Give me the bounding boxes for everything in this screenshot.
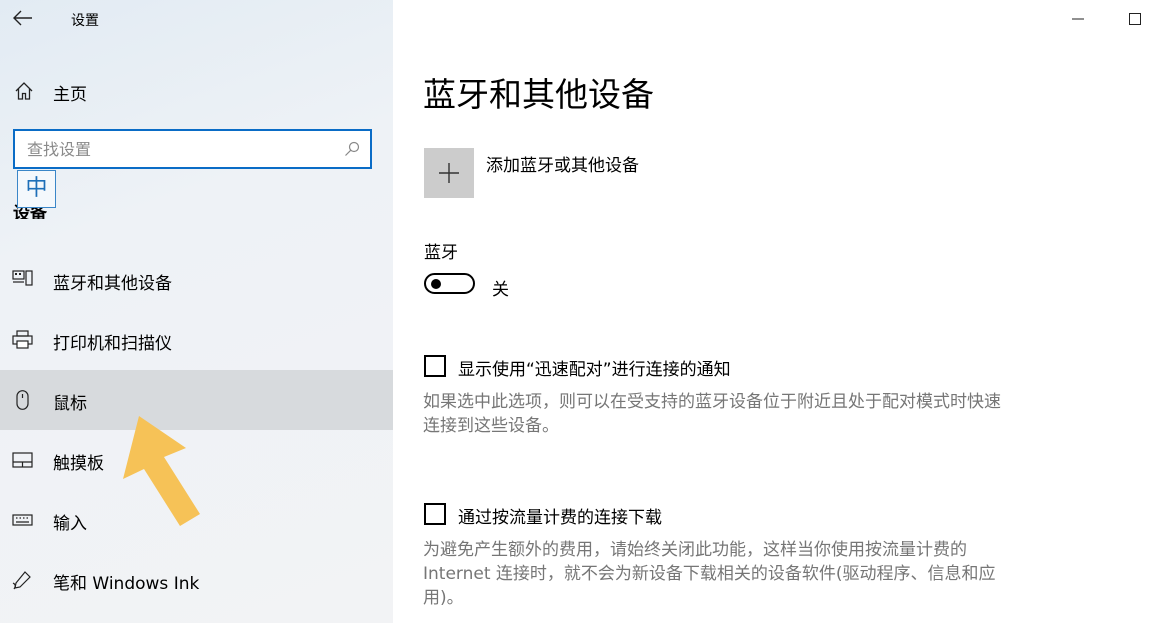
pen-icon xyxy=(12,571,31,590)
minimize-icon xyxy=(1072,18,1084,20)
page-title: 蓝牙和其他设备 xyxy=(423,75,654,114)
bluetooth-devices-icon xyxy=(12,270,33,286)
sidebar-item-label: 鼠标 xyxy=(53,394,87,414)
back-arrow-icon xyxy=(13,10,32,26)
sidebar-item-label: 输入 xyxy=(53,514,87,534)
search-icon[interactable] xyxy=(344,141,360,157)
home-icon xyxy=(15,82,33,100)
printer-icon xyxy=(12,330,33,349)
ime-indicator: 中 xyxy=(17,170,56,208)
back-button[interactable] xyxy=(10,6,36,30)
sidebar-item-bluetooth[interactable]: 蓝牙和其他设备 xyxy=(0,250,393,310)
swift-pair-label[interactable]: 显示使用“迅速配对”进行连接的通知 xyxy=(458,355,731,380)
metered-download-description: 为避免产生额外的费用，请始终关闭此功能，这样当你使用按流量计费的 Interne… xyxy=(423,540,996,608)
metered-download-checkbox[interactable] xyxy=(424,503,446,525)
swift-pair-checkbox[interactable] xyxy=(424,355,446,377)
add-device-label[interactable]: 添加蓝牙或其他设备 xyxy=(486,151,639,176)
keyboard-icon xyxy=(12,514,33,526)
toggle-knob xyxy=(431,279,441,289)
mouse-icon xyxy=(16,390,29,410)
nav-home-label: 主页 xyxy=(53,85,87,105)
nav-home[interactable]: 主页 xyxy=(0,70,393,112)
app-title: 设置 xyxy=(71,13,99,29)
bluetooth-state-label: 关 xyxy=(492,280,509,300)
add-device-button[interactable] xyxy=(424,148,474,198)
maximize-button[interactable] xyxy=(1122,6,1148,32)
metered-download-label[interactable]: 通过按流量计费的连接下载 xyxy=(458,503,662,528)
bluetooth-label: 蓝牙 xyxy=(424,243,458,263)
minimize-button[interactable] xyxy=(1065,6,1091,32)
sidebar-item-printers[interactable]: 打印机和扫描仪 xyxy=(0,310,393,370)
plus-icon xyxy=(439,163,459,183)
pointer-arrow-annotation xyxy=(123,416,200,526)
maximize-icon xyxy=(1129,13,1141,25)
swift-pair-description: 如果选中此选项，则可以在受支持的蓝牙设备位于附近且处于配对模式时快速连接到这些设… xyxy=(423,392,1001,436)
sidebar-item-label: 蓝牙和其他设备 xyxy=(53,274,172,294)
sidebar-item-label: 打印机和扫描仪 xyxy=(53,334,172,354)
search-box[interactable] xyxy=(13,129,372,169)
sidebar-item-label: 触摸板 xyxy=(53,454,104,474)
touchpad-icon xyxy=(12,452,33,468)
sidebar-item-pen[interactable]: 笔和 Windows Ink xyxy=(0,550,393,610)
main-content: 蓝牙和其他设备 添加蓝牙或其他设备 蓝牙 关 显示使用“迅速配对”进行连接的通知… xyxy=(393,0,1169,623)
sidebar-item-label: 笔和 Windows Ink xyxy=(53,574,200,594)
search-input[interactable] xyxy=(27,138,337,160)
bluetooth-toggle[interactable] xyxy=(424,273,475,294)
sidebar: 设置 主页 设备 中 蓝牙和其他设备 打印机和扫描仪 鼠标 触摸板 输入 笔和 … xyxy=(0,0,393,623)
